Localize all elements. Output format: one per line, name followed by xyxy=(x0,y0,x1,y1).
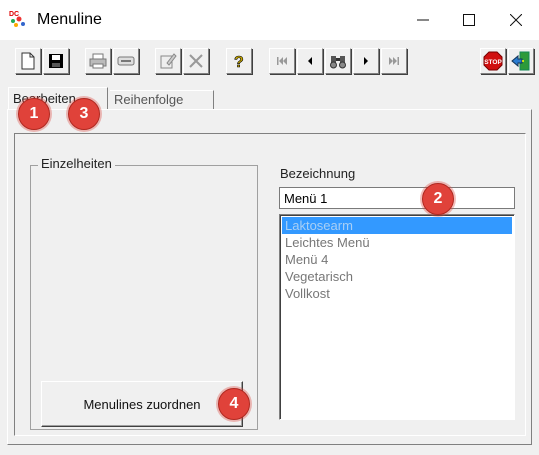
list-item[interactable]: Vollkost xyxy=(282,285,512,302)
list-item[interactable]: Laktosearm xyxy=(282,217,512,234)
delete-icon xyxy=(189,54,203,68)
next-record-button[interactable] xyxy=(353,48,379,74)
edit-icon xyxy=(160,53,177,69)
stop-button[interactable]: STOP xyxy=(480,48,506,74)
save-button[interactable] xyxy=(43,48,69,74)
stop-icon: STOP xyxy=(483,51,503,71)
print-button[interactable] xyxy=(85,48,111,74)
bezeichnung-label: Bezeichnung xyxy=(280,166,356,181)
minus-icon xyxy=(117,56,135,66)
svg-text:?: ? xyxy=(234,54,244,70)
first-record-button[interactable] xyxy=(269,48,295,74)
search-button[interactable] xyxy=(325,48,351,74)
previous-record-icon xyxy=(308,57,312,65)
new-button[interactable] xyxy=(15,48,41,74)
search-binoculars-icon xyxy=(330,56,346,69)
exit-icon xyxy=(511,51,530,71)
edit-button[interactable] xyxy=(155,48,181,74)
help-button[interactable]: ? xyxy=(226,48,252,74)
stop-label: STOP xyxy=(484,59,502,66)
assign-menulines-button[interactable]: Menulines zuordnen xyxy=(41,381,243,427)
minimize-icon xyxy=(417,19,429,21)
maximize-button[interactable] xyxy=(446,0,492,40)
maximize-icon xyxy=(463,14,475,26)
list-item[interactable]: Leichtes Menü xyxy=(282,234,512,251)
bezeichnung-input[interactable] xyxy=(279,187,515,209)
new-document-icon xyxy=(21,52,35,70)
exit-button[interactable] xyxy=(508,48,534,74)
remove-button[interactable] xyxy=(113,48,139,74)
annotation-badge-4: 4 xyxy=(218,388,250,420)
next-record-icon xyxy=(364,57,368,65)
annotation-badge-2: 2 xyxy=(422,183,454,215)
minimize-button[interactable] xyxy=(400,0,446,40)
window-title: Menuline xyxy=(37,11,102,28)
save-icon xyxy=(49,54,63,68)
first-record-icon xyxy=(277,57,287,65)
list-item[interactable]: Menü 4 xyxy=(282,251,512,268)
tab-reihenfolge[interactable]: Reihenfolge xyxy=(110,90,214,109)
print-icon xyxy=(89,53,107,69)
title-bar: DC Menuline xyxy=(0,0,539,40)
close-icon xyxy=(510,14,522,26)
annotation-badge-1: 1 xyxy=(18,98,50,130)
close-button[interactable] xyxy=(493,0,539,40)
toolbar: ? STOP xyxy=(0,40,539,84)
annotation-badge-3: 3 xyxy=(68,98,100,130)
app-logo-icon: DC xyxy=(9,11,25,27)
last-record-button[interactable] xyxy=(381,48,407,74)
help-icon: ? xyxy=(234,54,244,70)
groupbox-label: Einzelheiten xyxy=(38,156,115,171)
list-item[interactable]: Vegetarisch xyxy=(282,268,512,285)
menu-listbox[interactable]: Laktosearm Leichtes Menü Menü 4 Vegetarisch… xyxy=(279,214,515,420)
delete-button[interactable] xyxy=(183,48,209,74)
previous-record-button[interactable] xyxy=(297,48,323,74)
last-record-icon xyxy=(389,57,399,65)
